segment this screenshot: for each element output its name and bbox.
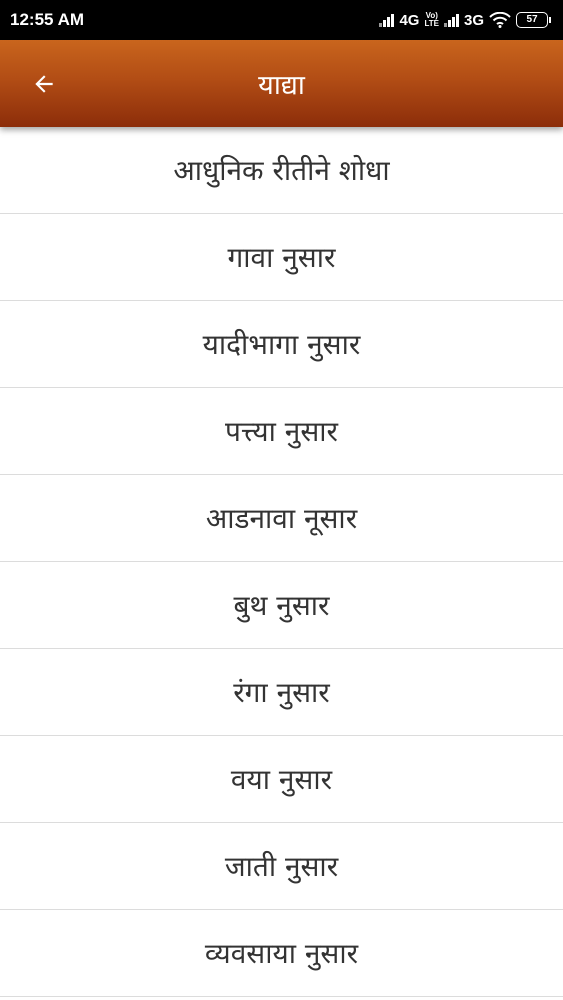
list-item-by-list-part[interactable]: यादीभागा नुसार bbox=[0, 301, 563, 388]
wifi-icon bbox=[489, 12, 511, 28]
list-item-by-address[interactable]: पत्त्या नुसार bbox=[0, 388, 563, 475]
back-arrow-icon bbox=[35, 74, 53, 93]
list-item-by-surname[interactable]: आडनावा नूसार bbox=[0, 475, 563, 562]
list-item-by-caste[interactable]: जाती नुसार bbox=[0, 823, 563, 910]
app-bar: याद्या bbox=[0, 40, 563, 127]
network-type-label: 4G bbox=[399, 11, 420, 29]
status-time: 12:55 AM bbox=[10, 10, 85, 29]
status-icons: 4G Vo) LTE 3G 57 bbox=[379, 12, 551, 29]
status-bar: 12:55 AM 4G Vo) LTE 3G 57 bbox=[0, 0, 563, 40]
battery-level: 57 bbox=[516, 12, 548, 28]
list-item-by-occupation[interactable]: व्यवसाया नुसार bbox=[0, 910, 563, 997]
signal-strength-icon bbox=[443, 13, 459, 27]
search-options-list: आधुनिक रीतीने शोधा गावा नुसार यादीभागा न… bbox=[0, 127, 563, 997]
list-item-by-color[interactable]: रंगा नुसार bbox=[0, 649, 563, 736]
list-item-by-booth[interactable]: बुथ नुसार bbox=[0, 562, 563, 649]
signal-strength-icon bbox=[379, 13, 395, 27]
volte-bottom-label: LTE bbox=[424, 19, 439, 28]
list-item-by-age[interactable]: वया नुसार bbox=[0, 736, 563, 823]
volte-icon: Vo) LTE bbox=[424, 12, 439, 28]
battery-icon: 57 bbox=[516, 12, 551, 28]
list-item-modern-search[interactable]: आधुनिक रीतीने शोधा bbox=[0, 127, 563, 214]
back-button[interactable] bbox=[22, 62, 66, 106]
network-type-label: 3G bbox=[463, 11, 484, 29]
list-item-by-village[interactable]: गावा नुसार bbox=[0, 214, 563, 301]
page-title: याद्या bbox=[258, 70, 305, 101]
